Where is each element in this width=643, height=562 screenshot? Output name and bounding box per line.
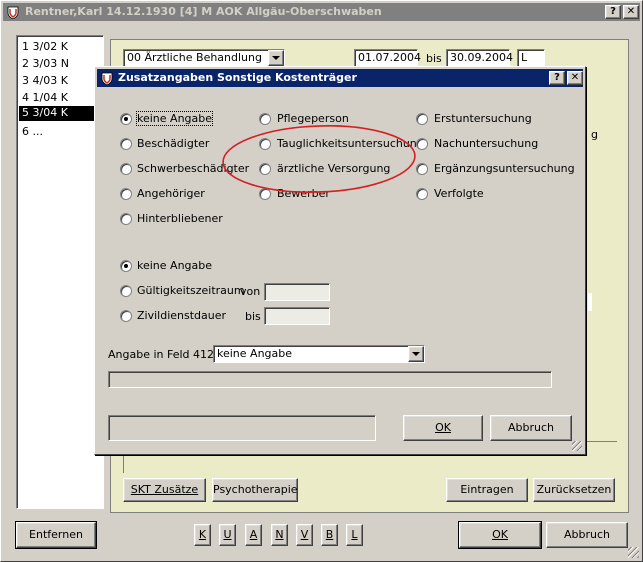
radio-label: Angehöriger xyxy=(137,187,205,200)
radio-keine-angabe[interactable] xyxy=(120,113,132,125)
dialog-resize-grip-icon[interactable] xyxy=(572,441,582,451)
letter-button-l[interactable]: L xyxy=(346,524,363,546)
main-title-text: Rentner,Karl 14.12.1930 [4] M AOK Allgäu… xyxy=(25,5,382,18)
feld-4124-dropdown[interactable]: keine Angabe xyxy=(213,345,425,363)
skt-zusaetze-button[interactable]: SKT Zusätze xyxy=(123,478,206,502)
radio-label: Beschädigter xyxy=(137,137,210,150)
radio-group2-keine-angabe[interactable] xyxy=(120,260,132,272)
dialog-close-button[interactable]: ✕ xyxy=(567,71,583,85)
chevron-down-icon[interactable] xyxy=(408,346,424,362)
list-item-selected[interactable]: 5 3/04 K xyxy=(19,106,99,121)
radio-schwerbeschaedigter[interactable] xyxy=(120,163,132,175)
app-shield-icon xyxy=(7,6,19,19)
entfernen-button[interactable]: Entfernen xyxy=(15,521,97,549)
main-title-bar: Rentner,Karl 14.12.1930 [4] M AOK Allgäu… xyxy=(3,3,640,21)
side-text-fragment: g xyxy=(591,128,598,141)
dialog-ok-button[interactable]: OK xyxy=(403,415,483,441)
psychotherapie-button[interactable]: Psychotherapie xyxy=(212,478,298,502)
radio-label: keine Angabe xyxy=(137,259,213,272)
list-item[interactable]: 3 4/03 K xyxy=(22,74,68,87)
help-button[interactable]: ? xyxy=(605,5,621,19)
bis-label: bis xyxy=(245,310,261,323)
close-button[interactable]: ✕ xyxy=(623,5,639,19)
red-annotation-ellipse xyxy=(222,125,416,193)
date-to-field[interactable]: 30.09.2004 xyxy=(446,49,513,67)
small-code-field[interactable]: L xyxy=(517,49,545,67)
dialog-title-text: Zusatzangaben Sonstige Kostenträger xyxy=(118,71,357,84)
main-abbruch-button[interactable]: Abbruch xyxy=(546,522,628,548)
radio-label: Ergänzungsuntersuchung xyxy=(434,162,575,175)
eintragen-button[interactable]: Eintragen xyxy=(446,478,528,502)
bis-date-field[interactable] xyxy=(264,307,330,325)
radio-hinterbliebener[interactable] xyxy=(120,213,132,225)
letter-button-v[interactable]: V xyxy=(296,524,313,546)
letter-button-a[interactable]: A xyxy=(245,524,262,546)
radio-zivildienstdauer[interactable] xyxy=(120,310,132,322)
radio-beschaedigter[interactable] xyxy=(120,138,132,150)
zusatzangaben-dialog: Zusatzangaben Sonstige Kostenträger ? ✕ … xyxy=(94,66,586,455)
side-white-strip xyxy=(588,293,592,311)
radio-label: Verfolgte xyxy=(434,187,484,200)
dialog-help-button[interactable]: ? xyxy=(549,71,565,85)
von-label: von xyxy=(240,285,261,298)
status-box xyxy=(108,415,376,441)
letter-button-b[interactable]: B xyxy=(321,524,338,546)
resize-grip-icon[interactable] xyxy=(628,547,639,558)
list-item[interactable]: 4 1/04 K xyxy=(22,91,68,104)
list-item[interactable]: 6 ... xyxy=(22,125,43,138)
radio-label: Nachuntersuchung xyxy=(434,137,539,150)
radio-gueltigkeitszeitraum[interactable] xyxy=(120,285,132,297)
chevron-down-icon[interactable] xyxy=(268,50,284,66)
radio-label: Gültigkeitszeitraum xyxy=(137,284,245,297)
treatment-dropdown[interactable]: 00 Ärztliche Behandlung xyxy=(123,49,285,67)
info-bar xyxy=(108,371,552,388)
radio-angehoeriger[interactable] xyxy=(120,188,132,200)
dialog-abbruch-button[interactable]: Abbruch xyxy=(490,415,572,441)
dialog-title-bar: Zusatzangaben Sonstige Kostenträger ? ✕ xyxy=(97,69,583,87)
list-item[interactable]: 2 3/03 N xyxy=(22,57,69,70)
feld-4124-label: Angabe in Feld 4124 xyxy=(108,348,222,361)
radio-label: Zivildienstdauer xyxy=(137,309,227,322)
main-ok-button[interactable]: OK xyxy=(458,521,542,549)
date-from-field[interactable]: 01.07.2004 xyxy=(354,49,421,67)
radio-label: Hinterbliebener xyxy=(137,212,223,225)
letter-button-k[interactable]: K xyxy=(194,524,211,546)
letter-button-u[interactable]: U xyxy=(219,524,236,546)
zuruecksetzen-button[interactable]: Zurücksetzen xyxy=(533,478,615,502)
letter-button-n[interactable]: N xyxy=(271,524,288,546)
von-date-field[interactable] xyxy=(264,283,330,301)
date-bis-label: bis xyxy=(426,52,442,65)
radio-label: Erstuntersuchung xyxy=(434,112,532,125)
list-item[interactable]: 1 3/02 K xyxy=(22,40,68,53)
dialog-shield-icon xyxy=(101,72,113,85)
entry-list[interactable]: 1 3/02 K 2 3/03 N 3 4/03 K 4 1/04 K 5 3/… xyxy=(16,35,104,509)
radio-label: keine Angabe xyxy=(135,111,214,126)
